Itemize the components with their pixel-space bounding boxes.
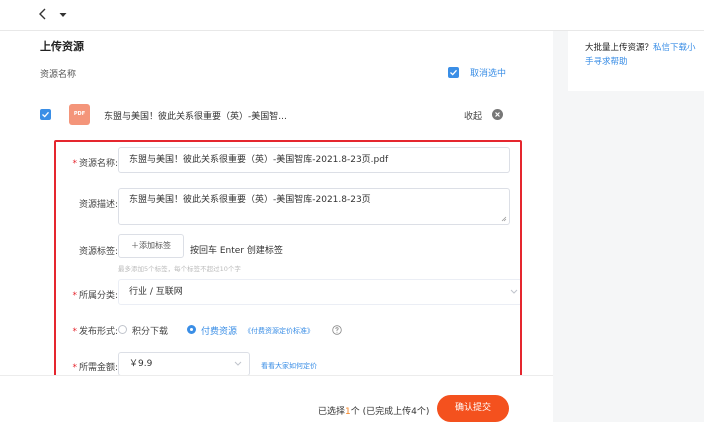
- tags-label: 资源标签:: [78, 247, 118, 257]
- collapse-button[interactable]: 收起: [464, 109, 482, 122]
- file-checkbox[interactable]: [40, 109, 51, 120]
- resource-name-input[interactable]: 东盟与美国！彼此关系很重要（英）-美国智库-2021.8-23页.pdf: [118, 147, 510, 173]
- caret-down-icon[interactable]: [58, 10, 68, 20]
- file-detail-form: * 资源名称: 东盟与美国！彼此关系很重要（英）-美国智库-2021.8-23页.…: [54, 140, 522, 407]
- category-label: * 所属分类:: [72, 291, 118, 301]
- category-value: 行业 / 互联网: [129, 287, 183, 297]
- selection-status: 已选择1个 (已完成上传4个): [318, 407, 430, 417]
- help-text: 大批量上传资源？: [585, 43, 654, 53]
- submit-button[interactable]: 确认提交: [437, 395, 509, 422]
- pricing-help-link[interactable]: 看看大家如何定价: [261, 361, 317, 371]
- radio-points-download[interactable]: [118, 325, 127, 334]
- pdf-file-icon: PDF: [69, 104, 90, 125]
- description-textarea[interactable]: 东盟与美国！彼此关系很重要（英）-美国智库-2021.8-23页: [118, 188, 510, 225]
- name-label: * 资源名称:: [72, 159, 118, 169]
- page-title: 上传资源: [40, 40, 84, 53]
- check-icon: [450, 69, 457, 76]
- column-label: 资源名称: [40, 70, 77, 80]
- pricing-standard-link[interactable]: 《付费资源定价标准》: [244, 326, 314, 336]
- help-panel: 大批量上传资源？私信下载小 手寻求帮助: [568, 31, 704, 91]
- chevron-down-icon: [234, 361, 242, 366]
- help-icon[interactable]: [332, 325, 342, 335]
- back-arrow-icon[interactable]: [36, 7, 50, 21]
- upload-panel: 上传资源 资源名称 取消选中 PDF 东盟与美国！彼此关系很重要（英）-美国智.…: [0, 31, 553, 422]
- tags-instruction: 按回车 Enter 创建标签: [190, 246, 283, 256]
- publish-label: * 发布形式:: [72, 327, 118, 337]
- help-link-continued[interactable]: 手寻求帮助: [585, 55, 704, 69]
- select-all-checkbox[interactable]: [448, 67, 459, 78]
- footer-bar: 已选择1个 (已完成上传4个) 确认提交: [0, 375, 553, 422]
- option-paid-resource-label[interactable]: 付费资源: [201, 324, 237, 337]
- price-value: ￥9.9: [129, 359, 153, 369]
- description-label: 资源描述:: [78, 200, 118, 210]
- price-label: * 所需金额:: [72, 363, 118, 373]
- option-points-download-label[interactable]: 积分下载: [132, 324, 168, 337]
- remove-file-icon[interactable]: [492, 109, 503, 120]
- tags-hint: 最多添加5个标签，每个标签不超过10个字: [118, 265, 241, 273]
- file-name: 东盟与美国！彼此关系很重要（英）-美国智...: [104, 112, 287, 122]
- check-icon: [42, 111, 49, 118]
- top-bar: [0, 0, 704, 31]
- description-text: 东盟与美国！彼此关系很重要（英）-美国智库-2021.8-23页: [129, 195, 371, 205]
- chevron-down-icon: [510, 289, 518, 294]
- radio-paid-resource[interactable]: [187, 325, 196, 334]
- price-select[interactable]: ￥9.9: [118, 352, 250, 376]
- add-tag-button[interactable]: ＋添加标签: [118, 234, 184, 258]
- help-link[interactable]: 私信下载小: [653, 43, 696, 53]
- resize-handle-icon[interactable]: [501, 216, 507, 222]
- category-select[interactable]: 行业 / 互联网: [118, 279, 520, 305]
- cancel-select-link[interactable]: 取消选中: [470, 66, 506, 79]
